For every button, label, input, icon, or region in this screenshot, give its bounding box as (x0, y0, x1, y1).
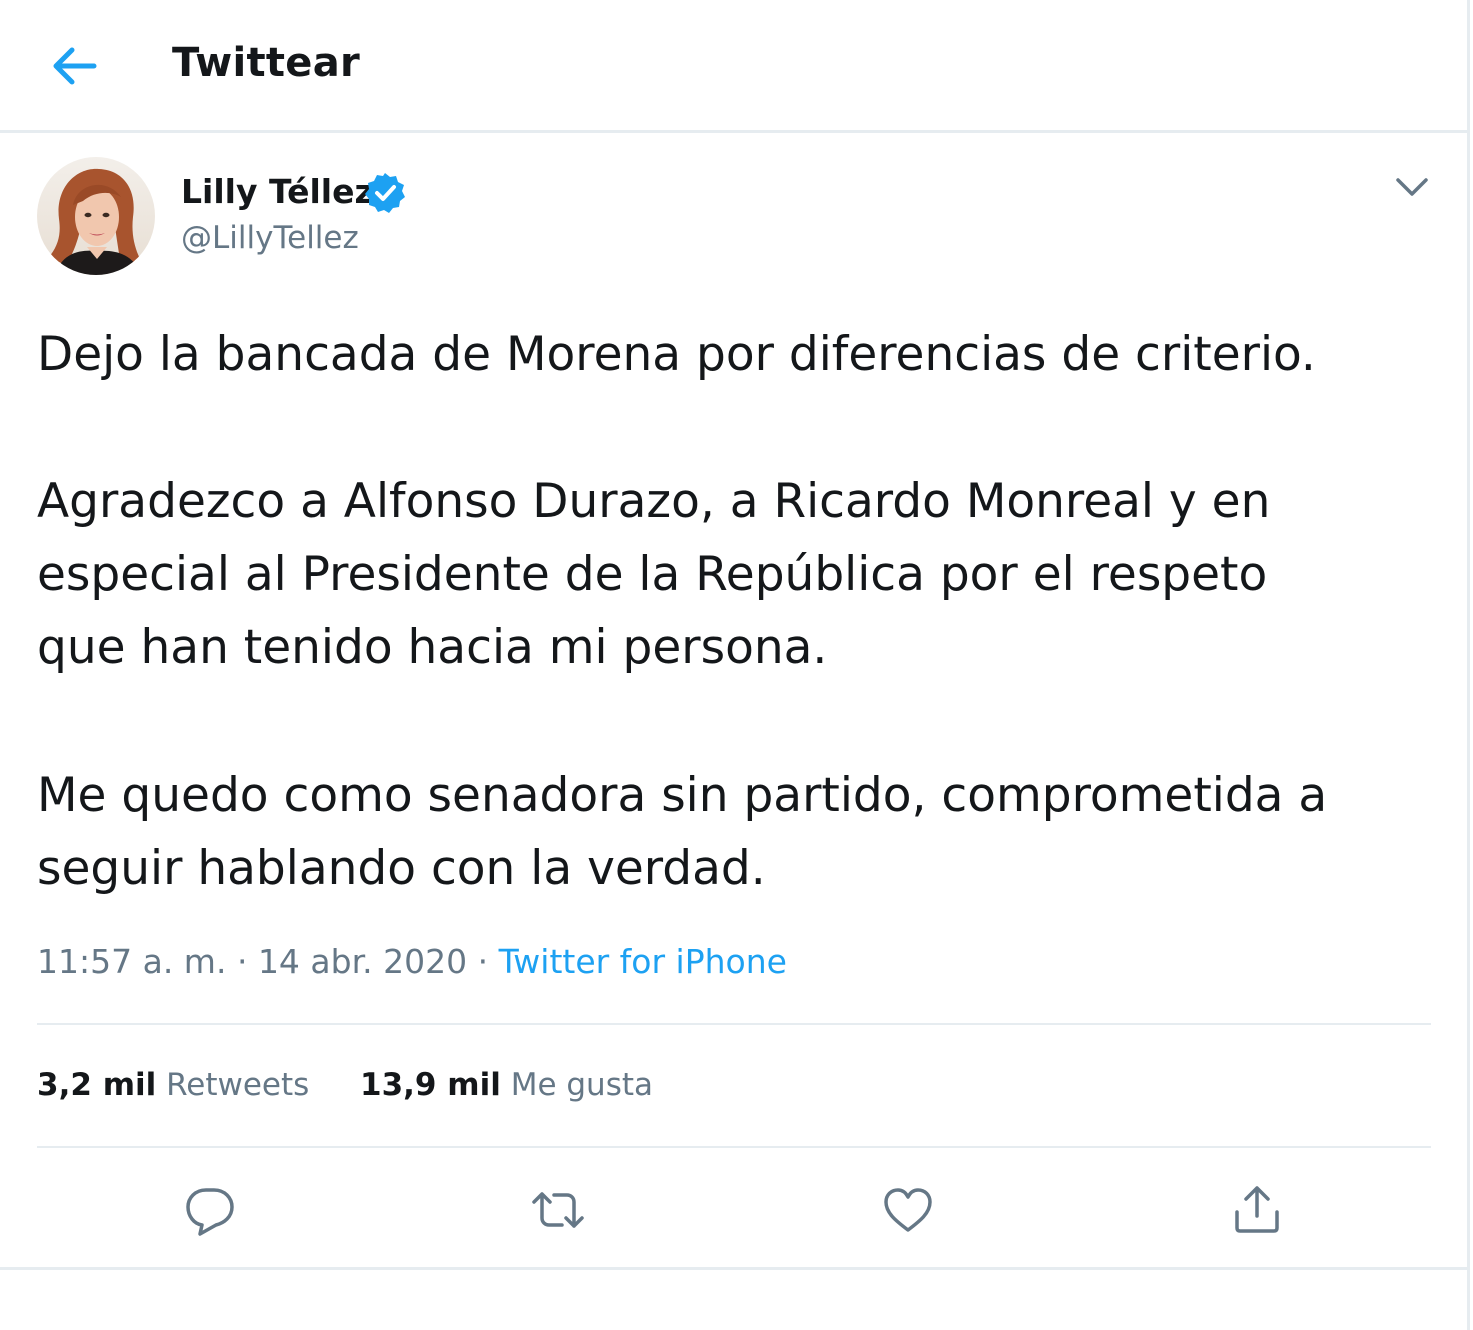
author-name[interactable]: Lilly Téllez (181, 172, 374, 211)
share-icon (1235, 1186, 1279, 1233)
tweet-source-link[interactable]: Twitter for iPhone (499, 942, 787, 981)
author-handle[interactable]: @LillyTellez (181, 220, 359, 256)
header-bar: Twittear (0, 0, 1467, 133)
column-border (1467, 0, 1470, 1330)
tweet-text-line: especial al Presidente de la República p… (37, 547, 1268, 602)
chevron-down-icon (1396, 178, 1428, 196)
retweets-count: 3,2 mil (37, 1067, 157, 1103)
tweet-text-line: Dejo la bancada de Morena por diferencia… (37, 327, 1316, 382)
retweet-icon (532, 1192, 584, 1228)
arrow-left-icon (53, 47, 97, 85)
tweet-text-line: seguir hablando con la verdad. (37, 841, 766, 896)
tweet-text-line: Me quedo como senadora sin partido, comp… (37, 768, 1328, 823)
likes-count: 13,9 mil (360, 1067, 501, 1103)
tweet-meta: 11:57 a. m. · 14 abr. 2020 · Twitter for… (37, 942, 787, 981)
reply-button[interactable] (180, 1180, 240, 1240)
retweet-button[interactable] (528, 1180, 588, 1240)
reply-icon (186, 1188, 234, 1236)
heart-icon (884, 1188, 932, 1232)
tweet-text-line: que han tenido hacia mi persona. (37, 620, 828, 675)
retweets-stat[interactable]: 3,2 mil Retweets (37, 1067, 309, 1103)
back-button[interactable] (44, 38, 104, 94)
divider (37, 1023, 1431, 1025)
tweet-menu-button[interactable] (1390, 170, 1434, 206)
likes-label: Me gusta (510, 1067, 654, 1103)
tweet-time[interactable]: 11:57 a. m. (37, 942, 226, 981)
verified-badge-icon (363, 171, 407, 215)
tweet-text-line: Agradezco a Alfonso Durazo, a Ricardo Mo… (37, 474, 1271, 529)
page-title: Twittear (172, 40, 361, 86)
share-button[interactable] (1227, 1180, 1287, 1240)
tweet-date[interactable]: 14 abr. 2020 (258, 942, 467, 981)
avatar[interactable] (37, 157, 155, 275)
avatar-image (37, 157, 155, 275)
meta-separator: · (477, 942, 489, 981)
like-button[interactable] (878, 1180, 938, 1240)
meta-separator: · (236, 942, 248, 981)
likes-stat[interactable]: 13,9 mil Me gusta (360, 1067, 653, 1103)
section-divider (0, 1267, 1467, 1270)
divider (37, 1146, 1431, 1148)
retweets-label: Retweets (166, 1067, 310, 1103)
